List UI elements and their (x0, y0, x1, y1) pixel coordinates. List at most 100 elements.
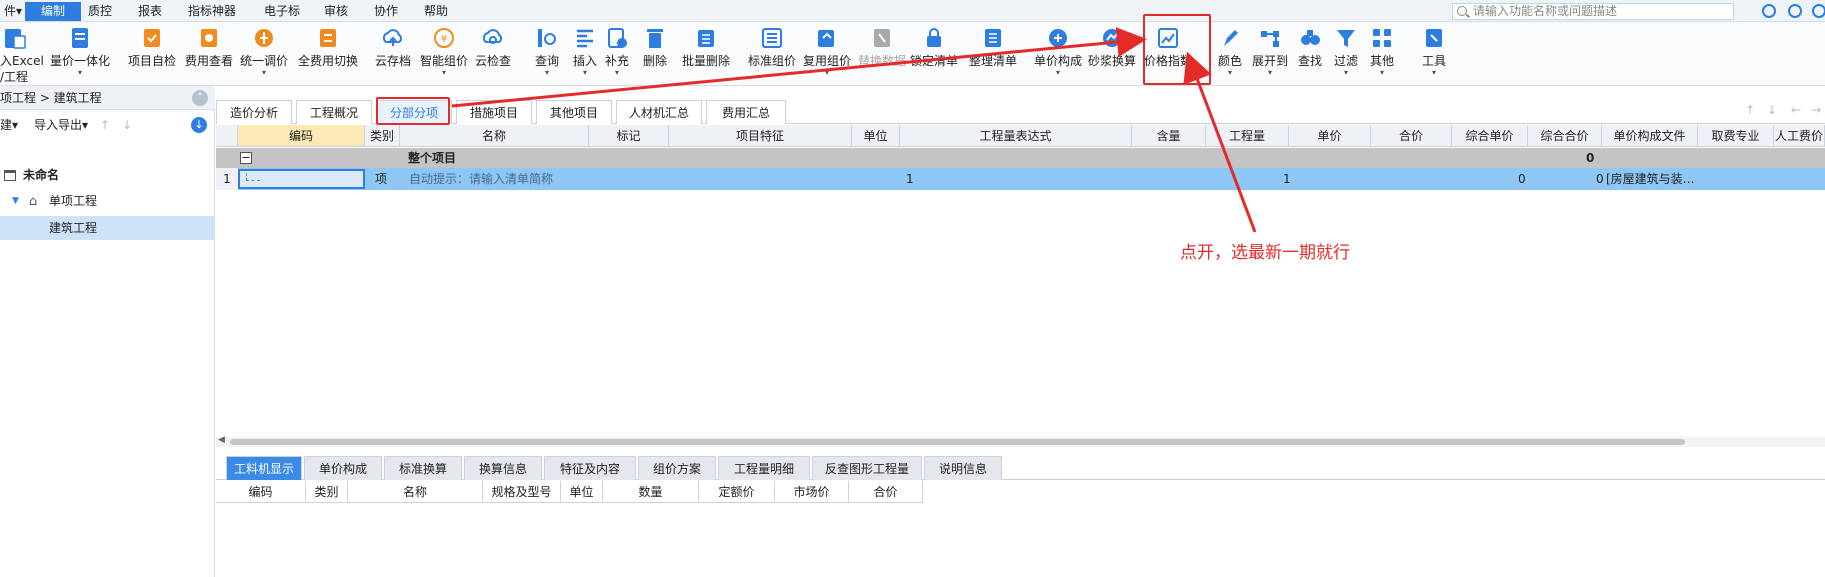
tab-other-items[interactable]: 其他项目 (536, 100, 612, 124)
header-name[interactable]: 名称 (400, 125, 589, 147)
header-feature[interactable]: 项目特征 (669, 125, 852, 147)
toolbar-button-17[interactable]: 锁定清单 (910, 26, 958, 69)
tab-notes[interactable]: 说明信息 (924, 456, 1002, 480)
header-expression[interactable]: 工程量表达式 (900, 125, 1132, 147)
header-fee-major[interactable]: 取费专业 (1698, 125, 1774, 147)
toolbar-button-11[interactable]: 补充 ▾ (605, 26, 629, 77)
header-comp-unit-price[interactable]: 综合单价 (1452, 125, 1528, 147)
detail-header-unit[interactable]: 单位 (561, 481, 603, 503)
download-icon[interactable]: ↓ (191, 117, 207, 133)
toolbar-button-3[interactable]: 费用查看 (185, 26, 233, 69)
detail-header-type[interactable]: 类别 (306, 481, 348, 503)
tab-cost-analysis[interactable]: 造价分析 (216, 100, 292, 124)
tab-project-overview[interactable]: 工程概况 (296, 100, 372, 124)
new-button[interactable]: 建▾ (0, 112, 18, 138)
header-comp-total[interactable]: 综合合价 (1528, 125, 1602, 147)
menu-edit[interactable]: 编制 (25, 2, 81, 21)
toolbar-button-16[interactable]: 替换数据 (858, 26, 906, 69)
tab-labor-display[interactable]: 工料机显示 (226, 456, 302, 480)
header-type[interactable]: 类别 (365, 125, 400, 147)
row-type[interactable]: 项 (375, 169, 387, 189)
dropdown-caret-icon[interactable]: ▾ (1034, 69, 1082, 77)
tab-measures[interactable]: 措施项目 (456, 100, 532, 124)
header-unit[interactable]: 单位 (852, 125, 900, 147)
dropdown-caret-icon[interactable]: ▾ (535, 69, 559, 77)
header-total[interactable]: 合价 (1371, 125, 1452, 147)
header-price-file[interactable]: 单价构成文件 (1602, 125, 1698, 147)
dropdown-caret-icon[interactable]: ▾ (605, 69, 629, 77)
header-labor-fee[interactable]: 人工费价 (1774, 125, 1825, 147)
tree-item-single[interactable]: ▼ ⌂ 单项工程 (0, 190, 215, 212)
detail-header-amount[interactable]: 数量 (603, 481, 699, 503)
code-cell-input[interactable] (238, 169, 365, 189)
toolbar-button-1[interactable]: 量价一体化 ▾ (50, 26, 110, 77)
tab-standard-conversion[interactable]: 标准换算 (384, 456, 462, 480)
toolbar-button-7[interactable]: ¥ 智能组价 ▾ (420, 26, 468, 77)
scroll-left-icon[interactable]: ◀ (218, 435, 225, 445)
tab-unit-price-comp[interactable]: 单价构成 (304, 456, 382, 480)
dropdown-caret-icon[interactable]: ▾ (1334, 69, 1358, 77)
menu-report[interactable]: 报表 (130, 3, 170, 20)
detail-header-quota-price[interactable]: 定额价 (699, 481, 775, 503)
dropdown-caret-icon[interactable]: ▾ (1252, 69, 1288, 77)
refresh-icon[interactable] (1788, 4, 1802, 18)
collapse-icon[interactable]: ⌃ (192, 90, 208, 106)
toolbar-button-18[interactable]: 整理清单 (969, 26, 1017, 69)
header-unit-price[interactable]: 单价 (1289, 125, 1371, 147)
table-row[interactable]: 1 项 自动提示：请输入清单简称 1 1 0 0 [房屋建筑与装… (216, 168, 1825, 190)
toolbar-button-14[interactable]: 标准组价 (748, 26, 796, 69)
toolbar-button-4[interactable]: 统一调价 ▾ (240, 26, 288, 77)
toolbar-button-23[interactable]: 展开到 ▾ (1252, 26, 1288, 77)
toolbar-button-15[interactable]: 复用组价 ▾ (803, 26, 851, 77)
scrollbar-thumb[interactable] (230, 439, 1685, 445)
toolbar-button-26[interactable]: 其他 ▾ (1370, 26, 1394, 77)
row-expression[interactable]: 1 (906, 169, 914, 189)
toolbar-button-8[interactable]: 云检查 (475, 26, 511, 69)
toolbar-button-25[interactable]: 过滤 ▾ (1334, 26, 1358, 77)
arrow-down-icon[interactable]: ↓ (1767, 103, 1777, 117)
dropdown-caret-icon[interactable]: ▾ (573, 69, 597, 77)
row-quantity[interactable]: 1 (1283, 169, 1291, 189)
header-content[interactable]: 含量 (1132, 125, 1206, 147)
tab-fee-summary[interactable]: 费用汇总 (706, 100, 786, 124)
collapse-row-icon[interactable]: − (240, 152, 252, 164)
tab-features[interactable]: 特征及内容 (544, 456, 636, 480)
dropdown-caret-icon[interactable]: ▾ (1218, 69, 1242, 77)
toolbar-button-27[interactable]: 工具 ▾ (1422, 26, 1446, 77)
arrow-left-icon[interactable]: ← (1791, 103, 1801, 117)
detail-header-code[interactable]: 编码 (216, 481, 306, 503)
toolbar-button-13[interactable]: 批量删除 (682, 26, 730, 69)
toolbar-button-6[interactable]: 云存档 (375, 26, 411, 69)
horizontal-scrollbar[interactable]: ◀ (216, 435, 1825, 447)
menu-e-bid[interactable]: 电子标 (256, 3, 308, 20)
tab-pricing-plan[interactable]: 组价方案 (638, 456, 716, 480)
toolbar-button-22[interactable]: 颜色 ▾ (1218, 26, 1242, 77)
toolbar-button-10[interactable]: 插入 ▾ (573, 26, 597, 77)
toolbar-button-5[interactable]: 全费用切换 (298, 26, 358, 69)
expand-arrow-icon[interactable]: ▼ (12, 190, 19, 212)
toolbar-button-24[interactable]: 查找 (1298, 26, 1322, 69)
menu-collab[interactable]: 协作 (366, 3, 406, 20)
row-price-file[interactable]: [房屋建筑与装… (1606, 169, 1695, 189)
dropdown-caret-icon[interactable]: ▾ (1370, 69, 1394, 77)
detail-header-spec[interactable]: 规格及型号 (483, 481, 561, 503)
import-export-button[interactable]: 导入导出▾ (34, 112, 88, 138)
dropdown-caret-icon[interactable]: ▾ (803, 69, 851, 77)
user-icon[interactable] (1762, 4, 1776, 18)
move-down-icon[interactable]: ↓ (122, 112, 132, 138)
tab-labor-material[interactable]: 人材机汇总 (616, 100, 702, 124)
toolbar-button-12[interactable]: 删除 (643, 26, 667, 69)
menu-quality[interactable]: 质控 (80, 3, 120, 20)
search-input[interactable]: 请输入功能名称或问题描述 (1452, 3, 1734, 20)
toolbar-button-20[interactable]: 砂浆换算 (1088, 26, 1136, 69)
toolbar-button-0[interactable]: 入Excel/工程 (0, 26, 44, 85)
tab-reverse-lookup[interactable]: 反查图形工程量 (812, 456, 922, 480)
menu-review[interactable]: 审核 (316, 3, 356, 20)
header-quantity[interactable]: 工程量 (1206, 125, 1289, 147)
toolbar-button-9[interactable]: 查询 ▾ (535, 26, 559, 77)
dropdown-caret-icon[interactable]: ▾ (50, 69, 110, 77)
toolbar-button-2[interactable]: 项目自检 (128, 26, 176, 69)
arrow-up-icon[interactable]: ↑ (1745, 103, 1755, 117)
move-up-icon[interactable]: ↑ (100, 112, 110, 138)
menu-help[interactable]: 帮助 (416, 3, 456, 20)
